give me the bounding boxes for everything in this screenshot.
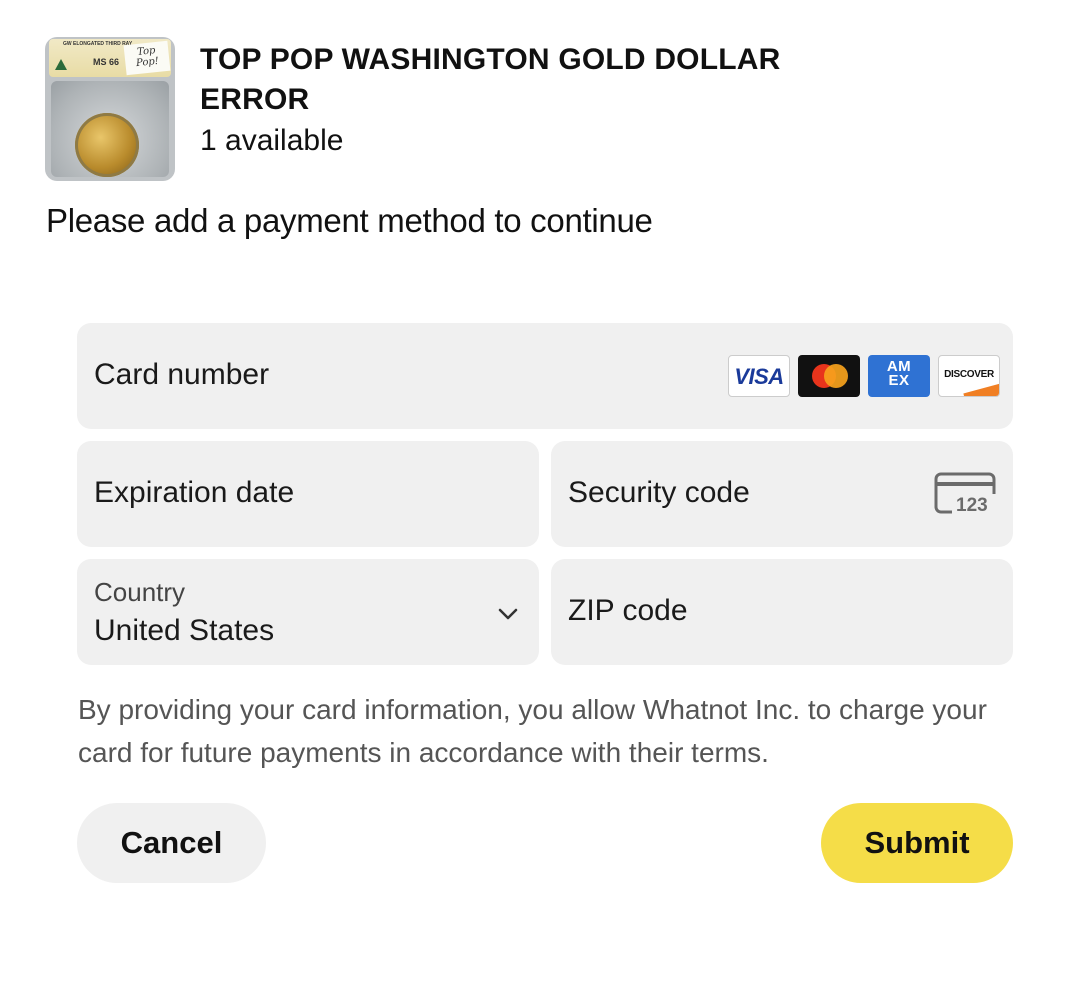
coin-image	[75, 113, 139, 177]
country-value: United States	[94, 614, 275, 647]
expiration-date-label: Expiration date	[94, 476, 295, 509]
product-thumbnail: GW ELONGATED THIRD RAY MS 66 Top Pop!	[45, 37, 175, 181]
country-select[interactable]: Country United States	[77, 559, 539, 665]
slab-grade: MS 66	[93, 57, 120, 67]
security-code-label: Security code	[568, 476, 750, 509]
svg-text:123: 123	[956, 495, 988, 516]
zip-code-label: ZIP code	[568, 594, 688, 627]
discover-icon: DISCOVER	[938, 355, 1000, 397]
product-availability: 1 available	[200, 124, 344, 157]
slab-label: GW ELONGATED THIRD RAY MS 66 Top Pop!	[49, 39, 171, 77]
slab-note: Top Pop!	[123, 40, 171, 76]
cvc-card-icon: 123	[934, 472, 998, 516]
mastercard-icon	[798, 355, 860, 397]
card-number-field[interactable]: Card number VISA AM EX DISCOVER	[77, 323, 1013, 429]
consent-text: By providing your card information, you …	[78, 694, 987, 768]
card-brands: VISA AM EX DISCOVER	[728, 355, 1000, 397]
card-number-label: Card number	[94, 358, 270, 391]
chevron-down-icon	[498, 608, 518, 620]
zip-code-field[interactable]: ZIP code	[551, 559, 1013, 665]
expiration-date-field[interactable]: Expiration date	[77, 441, 539, 547]
payment-prompt: Please add a payment method to continue	[46, 202, 653, 239]
security-code-field[interactable]: Security code 123	[551, 441, 1013, 547]
grading-logo-icon	[55, 59, 67, 70]
slab-description: GW ELONGATED THIRD RAY	[63, 41, 133, 47]
country-label: Country	[94, 577, 186, 607]
amex-icon: AM EX	[868, 355, 930, 397]
product-title: TOP POP WASHINGTON GOLD DOLLAR ERROR	[200, 43, 781, 116]
submit-button[interactable]: Submit	[821, 803, 1013, 883]
cancel-button[interactable]: Cancel	[77, 803, 266, 883]
visa-icon: VISA	[728, 355, 790, 397]
